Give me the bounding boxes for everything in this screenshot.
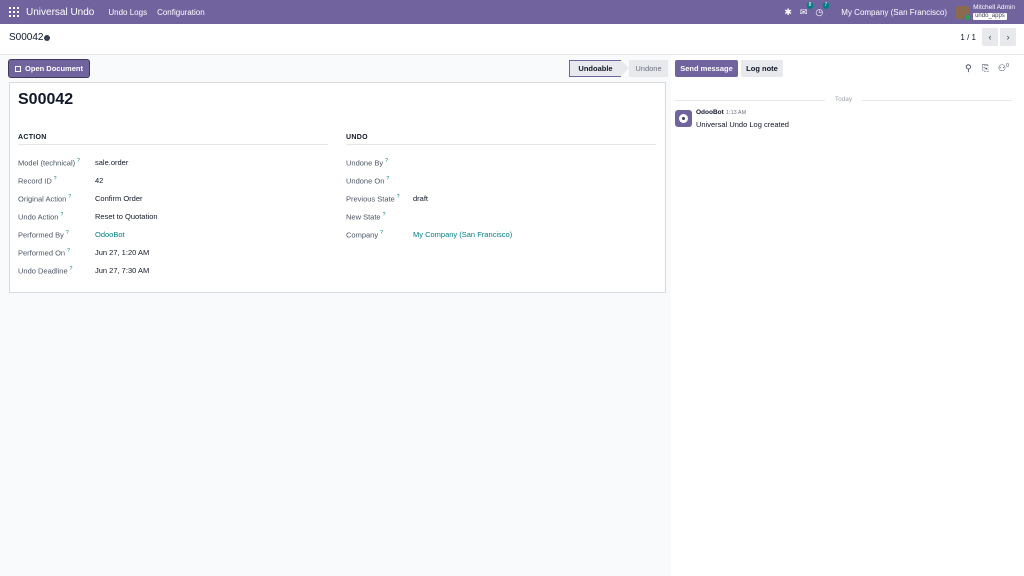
followers-icon[interactable]: ⚇0 xyxy=(998,63,1009,74)
user-menu[interactable]: Mitchell Admin undo_apps xyxy=(973,4,1015,20)
app-name[interactable]: Universal Undo xyxy=(26,7,94,18)
form-sheet: S00042 ACTION Model (technical)? sale.or… xyxy=(9,82,666,293)
help-icon[interactable]: ? xyxy=(383,212,386,218)
external-link-icon xyxy=(15,65,22,72)
field-label-model: Model (technical)? xyxy=(18,158,80,168)
pager-previous-button[interactable]: ‹ xyxy=(982,28,998,46)
open-document-button[interactable]: Open Document xyxy=(9,60,89,77)
user-name: Mitchell Admin xyxy=(973,4,1015,11)
record-title: S00042 xyxy=(18,91,74,108)
field-label-undo-deadline: Undo Deadline? xyxy=(18,266,73,276)
log-note-button[interactable]: Log note xyxy=(741,60,783,77)
group-divider xyxy=(18,144,328,145)
help-icon[interactable]: ? xyxy=(70,266,73,272)
chatter xyxy=(671,55,1024,576)
field-value-record-id: 42 xyxy=(95,176,104,185)
chat-icon[interactable]: ✉ 8 xyxy=(800,1,814,18)
group-title-undo: UNDO xyxy=(346,134,368,141)
field-value-original-action: Confirm Order xyxy=(95,194,143,203)
message-body: Universal Undo Log created xyxy=(696,120,789,129)
field-label-original-action: Original Action? xyxy=(18,194,72,204)
status-arrow xyxy=(621,60,629,76)
top-navbar: Universal Undo Undo Logs Configuration ✱… xyxy=(0,0,1024,24)
activities-badge: 7 xyxy=(822,1,830,9)
help-icon[interactable]: ? xyxy=(77,158,80,164)
paperclip-icon[interactable]: ⎘ xyxy=(982,63,989,74)
send-message-button[interactable]: Send message xyxy=(675,60,738,77)
status-undoable[interactable]: Undoable xyxy=(569,60,621,77)
help-icon[interactable]: ? xyxy=(68,194,71,200)
field-value-previous-state: draft xyxy=(413,194,429,203)
field-label-new-state: New State? xyxy=(346,212,386,222)
database-name: undo_apps xyxy=(973,13,1007,20)
bug-icon[interactable]: ✱ xyxy=(784,7,792,18)
followers-count: 0 xyxy=(1006,63,1009,69)
field-label-undone-on: Undone On? xyxy=(346,176,390,186)
statusbar: Undoable Undone xyxy=(569,60,668,77)
help-icon[interactable]: ? xyxy=(397,194,400,200)
company-switcher[interactable]: My Company (San Francisco) xyxy=(841,8,947,17)
field-value-performed-on: Jun 27, 1:20 AM xyxy=(95,248,150,257)
field-label-performed-on: Performed On? xyxy=(18,248,70,258)
avatar[interactable] xyxy=(675,110,692,127)
pager-value[interactable]: 1 / 1 xyxy=(960,33,976,42)
field-label-undone-by: Undone By? xyxy=(346,158,388,168)
date-separator: Today xyxy=(675,96,1012,103)
message-time: 1:13 AM xyxy=(726,110,747,116)
pager-next-button[interactable]: › xyxy=(1000,28,1016,46)
help-icon[interactable]: ? xyxy=(54,176,57,182)
control-panel: S00042 1 / 1 ‹ › xyxy=(0,24,1024,55)
help-icon[interactable]: ? xyxy=(380,230,383,236)
help-icon[interactable]: ? xyxy=(66,230,69,236)
help-icon[interactable]: ? xyxy=(67,248,70,254)
field-label-performed-by: Performed By? xyxy=(18,230,69,240)
field-value-model: sale.order xyxy=(95,158,129,167)
field-value-company[interactable]: My Company (San Francisco) xyxy=(413,230,512,239)
message-author[interactable]: OdooBot xyxy=(696,109,724,116)
menu-undo-logs[interactable]: Undo Logs xyxy=(108,8,147,17)
field-label-company: Company? xyxy=(346,230,383,240)
messages-badge: 8 xyxy=(806,1,814,9)
field-label-previous-state: Previous State? xyxy=(346,194,400,204)
menu-configuration[interactable]: Configuration xyxy=(157,8,205,17)
help-icon[interactable]: ? xyxy=(60,212,63,218)
group-title-action: ACTION xyxy=(18,134,47,141)
field-value-undo-action: Reset to Quotation xyxy=(95,212,158,221)
open-document-label: Open Document xyxy=(25,64,83,73)
group-divider xyxy=(346,144,656,145)
gear-icon[interactable] xyxy=(44,35,50,41)
breadcrumb: S00042 xyxy=(9,32,44,43)
field-label-undo-action: Undo Action? xyxy=(18,212,64,222)
help-icon[interactable]: ? xyxy=(385,158,388,164)
field-label-record-id: Record ID? xyxy=(18,176,57,186)
apps-icon[interactable] xyxy=(9,7,19,17)
field-value-undo-deadline: Jun 27, 7:30 AM xyxy=(95,266,150,275)
status-undone[interactable]: Undone xyxy=(629,60,668,77)
field-value-performed-by[interactable]: OdooBot xyxy=(95,230,125,239)
search-icon[interactable]: ⚲ xyxy=(965,63,972,74)
clock-icon[interactable]: ◷ 7 xyxy=(815,1,830,18)
avatar[interactable] xyxy=(956,5,972,21)
help-icon[interactable]: ? xyxy=(386,176,389,182)
